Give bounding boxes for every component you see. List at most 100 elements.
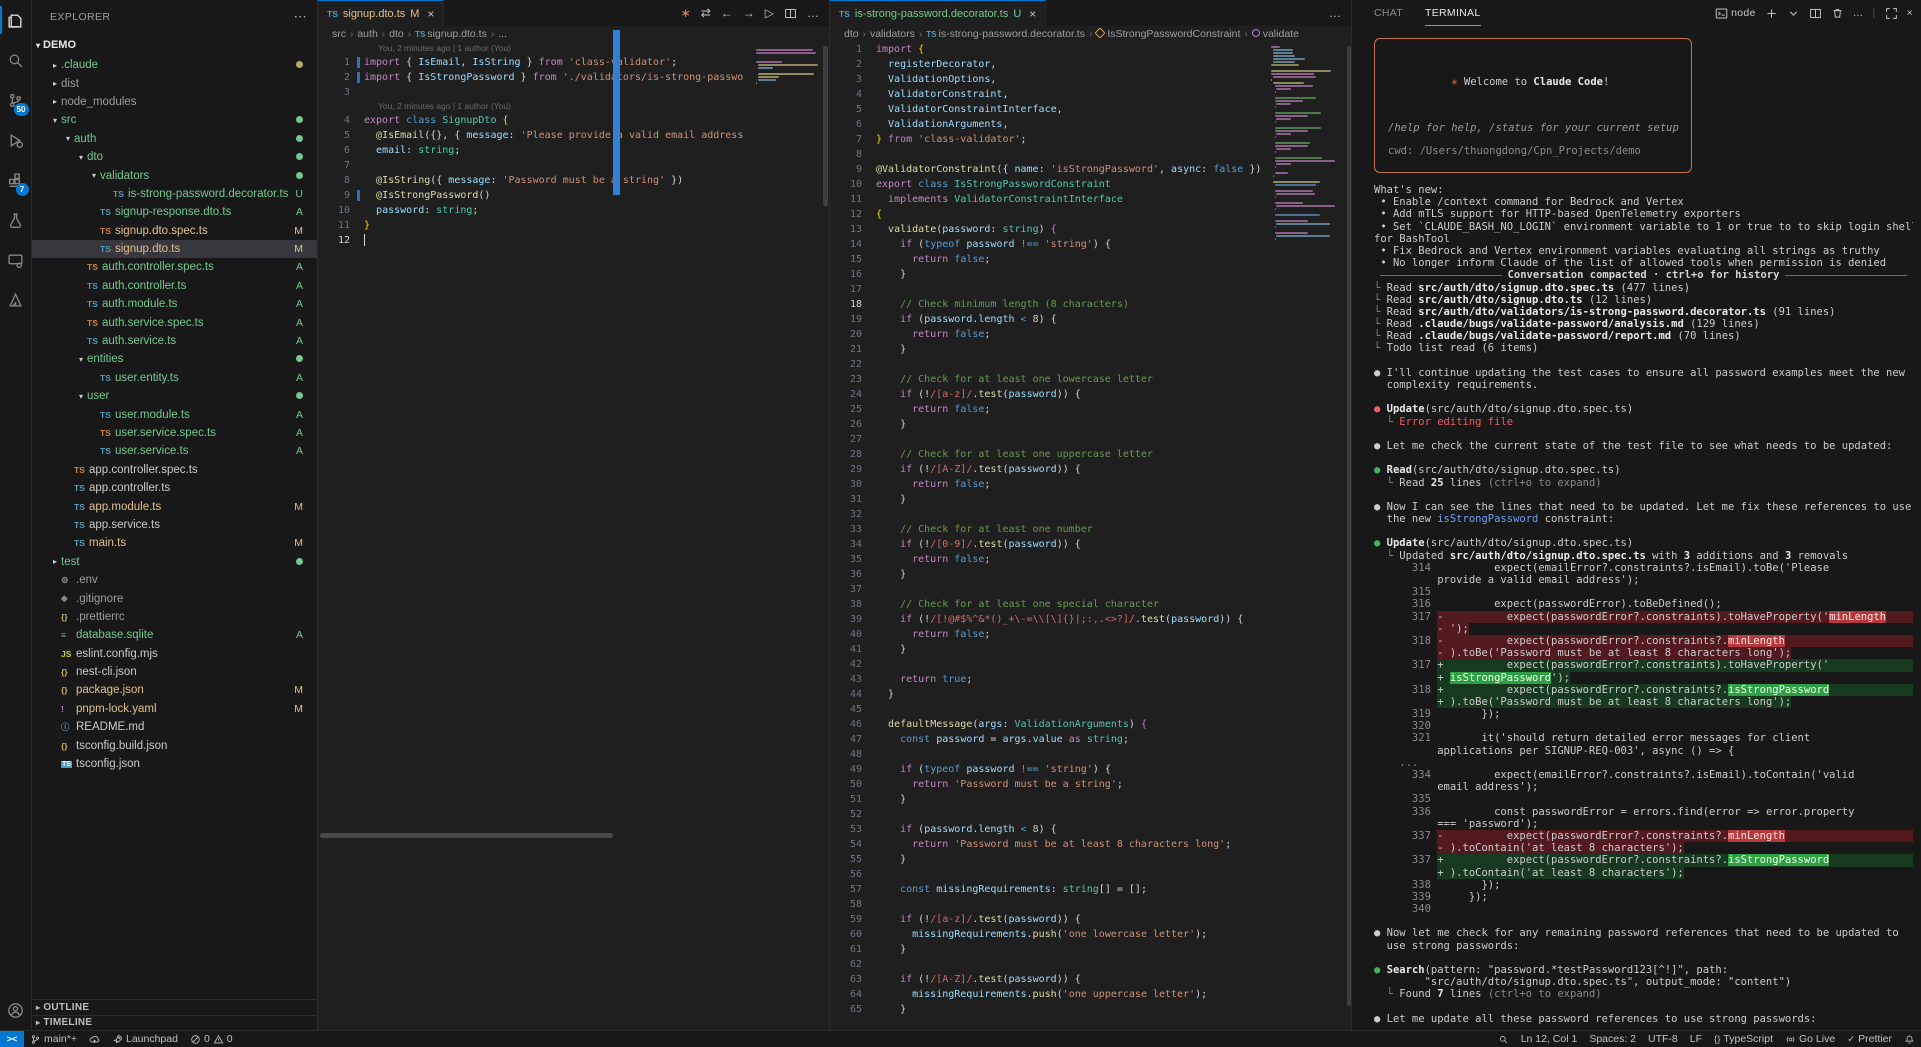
code-line[interactable]: 11} <box>318 218 829 233</box>
tree-item[interactable]: ▸node_modules <box>32 93 317 111</box>
close-panel-icon[interactable]: × <box>1907 7 1913 19</box>
breadcrumb-item[interactable]: ... <box>498 28 507 40</box>
code-line[interactable]: 54 return 'Password must be at least 8 c… <box>830 837 1351 852</box>
horizontal-scrollbar[interactable] <box>320 833 613 838</box>
run-and-debug-icon[interactable] <box>0 120 32 160</box>
code-line[interactable]: 23 // Check for at least one lowercase l… <box>830 372 1351 387</box>
tree-item[interactable]: !pnpm-lock.yamlM <box>32 700 317 718</box>
search-icon[interactable] <box>0 40 32 80</box>
code-line[interactable]: 36 } <box>830 567 1351 582</box>
code-line[interactable]: 34 if (!/[0-9]/.test(password)) { <box>830 537 1351 552</box>
tree-item[interactable]: ▸test <box>32 553 317 571</box>
tab-terminal[interactable]: TERMINAL <box>1425 0 1481 26</box>
code-line[interactable]: 26 } <box>830 417 1351 432</box>
tree-item[interactable]: {}package.jsonM <box>32 681 317 699</box>
indentation[interactable]: Spaces: 2 <box>1583 1031 1642 1047</box>
editor-sash[interactable] <box>613 30 620 195</box>
minimap[interactable] <box>756 46 822 88</box>
tree-item[interactable]: ▾dto <box>32 148 317 166</box>
nav-forward-icon[interactable]: → <box>743 6 755 20</box>
close-icon[interactable]: × <box>427 7 434 21</box>
breadcrumb-item[interactable]: validators <box>870 28 915 40</box>
tree-item[interactable]: JSeslint.config.mjs <box>32 645 317 663</box>
code-line[interactable]: 4export class SignupDto { <box>318 113 829 128</box>
run-icon[interactable]: ▷ <box>765 6 774 20</box>
tree-item[interactable]: ▸.claude <box>32 56 317 74</box>
close-icon[interactable]: × <box>1029 7 1036 21</box>
tree-item[interactable]: {}tsconfig.build.json <box>32 736 317 754</box>
cursor-position[interactable]: Ln 12, Col 1 <box>1515 1031 1584 1047</box>
code-line[interactable]: 42 <box>830 657 1351 672</box>
tab-is-strong-password-decorator-ts[interactable]: TS is-strong-password.decorator.ts U × <box>830 0 1046 26</box>
breadcrumb-item[interactable]: validate <box>1252 28 1299 40</box>
tree-item[interactable]: TSis-strong-password.decorator.tsU <box>32 185 317 203</box>
code-line[interactable]: 1import { IsEmail, IsString } from 'clas… <box>318 55 829 70</box>
tree-item[interactable]: ▸dist <box>32 74 317 92</box>
tree-item[interactable]: TSuser.entity.tsA <box>32 369 317 387</box>
code-line[interactable]: 20 return false; <box>830 327 1351 342</box>
more-actions-icon[interactable]: … <box>1329 6 1341 20</box>
tree-item[interactable]: TStsconfig.json <box>32 755 317 773</box>
tree-item[interactable]: ▾entities <box>32 350 317 368</box>
tree-item[interactable]: {}.prettierrc <box>32 608 317 626</box>
code-line[interactable]: 44 } <box>830 687 1351 702</box>
extensions-icon[interactable]: 7 <box>0 160 32 200</box>
nav-back-icon[interactable]: ← <box>721 6 733 20</box>
code-line[interactable]: 60 missingRequirements.push('one lowerca… <box>830 927 1351 942</box>
code-line[interactable]: 24 if (!/[a-z]/.test(password)) { <box>830 387 1351 402</box>
breadcrumb-item[interactable]: dto <box>389 28 404 40</box>
accounts-icon[interactable] <box>0 990 32 1030</box>
code-line[interactable]: 35 return false; <box>830 552 1351 567</box>
chevron-down-icon[interactable] <box>1787 7 1800 20</box>
code-line[interactable]: 9 @IsStrongPassword() <box>318 188 829 203</box>
new-terminal-icon[interactable] <box>1765 7 1778 20</box>
azure-icon[interactable] <box>0 280 32 320</box>
code-line[interactable]: 2import { IsStrongPassword } from './val… <box>318 70 829 85</box>
tree-item[interactable]: TSapp.module.tsM <box>32 497 317 515</box>
tree-item[interactable]: {}nest-cli.json <box>32 663 317 681</box>
more-actions-icon[interactable]: ⋯ <box>294 9 307 25</box>
source-control-icon[interactable]: 50 <box>0 80 32 120</box>
code-line[interactable]: 3 <box>318 85 829 100</box>
breadcrumb-item[interactable]: TSsignup.dto.ts <box>415 28 487 40</box>
tree-item[interactable]: TSapp.controller.spec.ts <box>32 461 317 479</box>
code-line[interactable]: 53 if (password.length < 8) { <box>830 822 1351 837</box>
breadcrumb-item[interactable]: IsStrongPasswordConstraint <box>1096 28 1240 40</box>
tree-item[interactable]: TSauth.service.spec.tsA <box>32 313 317 331</box>
code-line[interactable]: 56 <box>830 867 1351 882</box>
compare-icon[interactable]: ⇄ <box>701 6 711 20</box>
notifications-bell[interactable] <box>1898 1031 1921 1047</box>
prettier[interactable]: ✓Prettier <box>1841 1031 1898 1047</box>
code-line[interactable]: 21 } <box>830 342 1351 357</box>
breadcrumb-item[interactable]: src <box>332 28 346 40</box>
code-line[interactable]: 25 return false; <box>830 402 1351 417</box>
code-editor-signup-dto[interactable]: You, 2 minutes ago | 1 author (You)1impo… <box>318 42 829 1030</box>
code-line[interactable]: 65 } <box>830 1002 1351 1017</box>
remote-explorer-icon[interactable] <box>0 240 32 280</box>
tree-item[interactable]: ≡database.sqliteA <box>32 626 317 644</box>
code-line[interactable]: 32 <box>830 507 1351 522</box>
code-line[interactable]: 39 if (!/[!@#$%^&*()_+\-=\\[\]{}|;:,.<>?… <box>830 612 1351 627</box>
code-line[interactable]: 12 <box>318 233 829 248</box>
code-line[interactable]: 28 // Check for at least one uppercase l… <box>830 447 1351 462</box>
tree-item[interactable]: ▾user <box>32 387 317 405</box>
outline-section[interactable]: ▸ OUTLINE <box>32 999 317 1015</box>
code-line[interactable]: 8 @IsString({ message: 'Password must be… <box>318 173 829 188</box>
code-line[interactable]: 7 <box>318 158 829 173</box>
scrollbar[interactable] <box>1347 46 1351 1006</box>
code-line[interactable]: 18 // Check minimum length (8 characters… <box>830 297 1351 312</box>
more-actions-icon[interactable]: … <box>807 6 819 20</box>
tree-item[interactable]: TSuser.service.tsA <box>32 442 317 460</box>
code-line[interactable]: 22 <box>830 357 1351 372</box>
tree-item[interactable]: ▾validators <box>32 166 317 184</box>
go-live[interactable]: Go Live <box>1779 1031 1841 1047</box>
code-line[interactable]: 16 } <box>830 267 1351 282</box>
code-line[interactable]: 58 <box>830 897 1351 912</box>
breadcrumb-item[interactable]: auth <box>357 28 377 40</box>
code-line[interactable]: 15 return false; <box>830 252 1351 267</box>
code-line[interactable]: 17 <box>830 282 1351 297</box>
code-line[interactable]: 46 defaultMessage(args: ValidationArgume… <box>830 717 1351 732</box>
code-line[interactable]: 59 if (!/[a-z]/.test(password)) { <box>830 912 1351 927</box>
code-line[interactable]: 52 <box>830 807 1351 822</box>
code-line[interactable]: 29 if (!/[A-Z]/.test(password)) { <box>830 462 1351 477</box>
